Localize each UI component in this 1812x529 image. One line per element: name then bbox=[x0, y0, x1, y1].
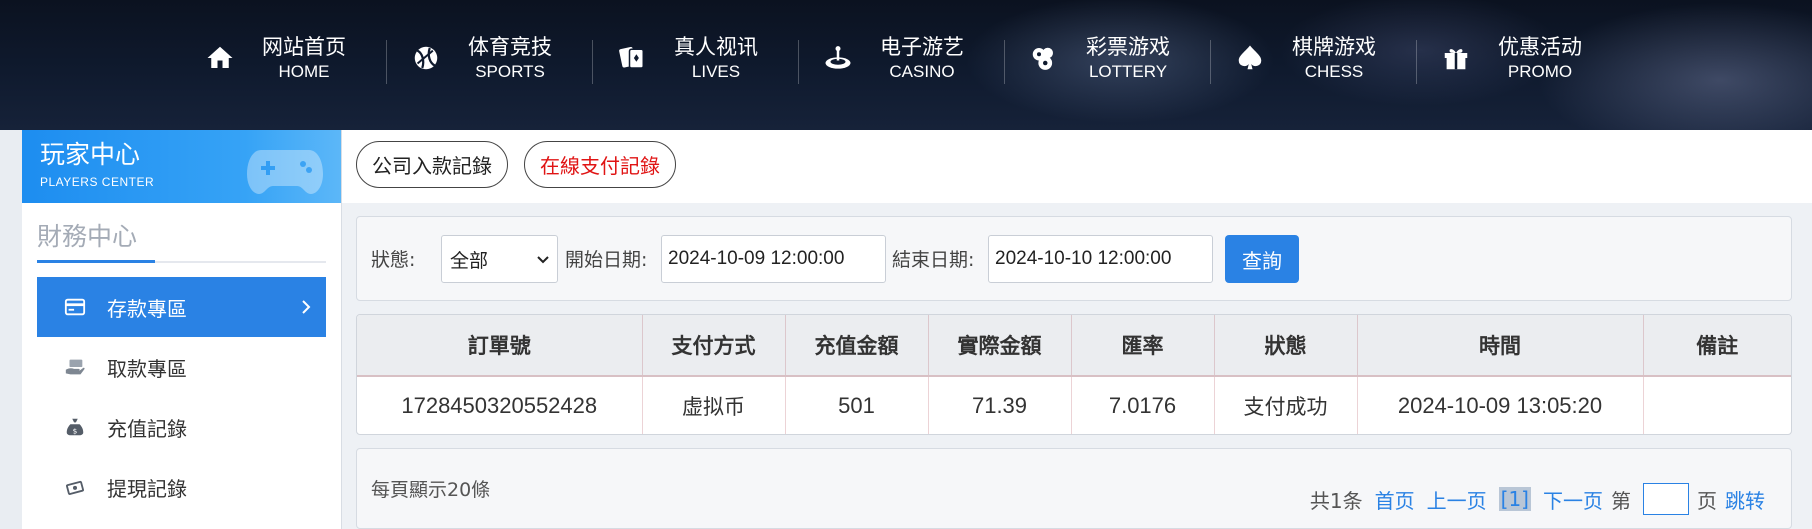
status-label: 狀態: bbox=[371, 249, 416, 271]
page-suffix: 页 bbox=[1697, 488, 1717, 513]
jump-link[interactable]: 跳转 bbox=[1725, 485, 1765, 514]
start-date-label: 開始日期: bbox=[565, 249, 648, 271]
nav-label-en: CHESS bbox=[1304, 61, 1364, 81]
column-header: 實際金額 bbox=[928, 315, 1072, 377]
nav-item-sports[interactable]: 体育竞技 SPORTS bbox=[386, 28, 602, 88]
gamepad-icon bbox=[247, 150, 323, 194]
column-header: 支付方式 bbox=[642, 315, 786, 377]
order-number-cell: 1728450320552428 bbox=[357, 376, 643, 434]
lottery-balls-icon bbox=[1024, 38, 1064, 78]
tab-online-payment-records[interactable]: 在線支付記錄 bbox=[524, 141, 676, 188]
page-number-input[interactable] bbox=[1643, 483, 1689, 515]
top-navigation: 网站首页 HOME 体育竞技 SPORTS 真人视讯 LIVES 电子游艺 CA… bbox=[0, 0, 1812, 130]
nav-item-promo[interactable]: 优惠活动 PROMO bbox=[1416, 28, 1632, 88]
nav-label-en: LOTTERY bbox=[1088, 61, 1168, 81]
nav-item-casino[interactable]: 电子游艺 CASINO bbox=[798, 28, 1014, 88]
payment-method-cell: 虚拟币 bbox=[642, 376, 786, 434]
nav-item-lottery[interactable]: 彩票游戏 LOTTERY bbox=[1004, 28, 1220, 88]
nav-menu: 网站首页 HOME 体育竞技 SPORTS 真人视讯 LIVES 电子游艺 CA… bbox=[190, 24, 1632, 92]
spade-icon bbox=[1230, 38, 1270, 78]
nav-label-cn: 彩票游戏 bbox=[1086, 34, 1170, 59]
nav-item-chess[interactable]: 棋牌游戏 CHESS bbox=[1210, 28, 1426, 88]
record-tabs: 公司入款記錄 在線支付記錄 bbox=[342, 130, 1812, 203]
exchange-rate-cell: 7.0176 bbox=[1071, 376, 1215, 434]
status-select-value: 全部 bbox=[450, 249, 489, 272]
nav-label-cn: 体育竞技 bbox=[468, 34, 552, 59]
players-center-banner: 玩家中心 PLAYERS CENTER bbox=[22, 130, 341, 203]
nav-label-en: CASINO bbox=[889, 61, 955, 81]
recharge-amount-cell: 501 bbox=[785, 376, 929, 434]
next-page-link[interactable]: 下一页 bbox=[1543, 485, 1603, 514]
chevron-right-icon bbox=[302, 300, 311, 314]
column-header: 備註 bbox=[1643, 315, 1791, 377]
roulette-icon bbox=[818, 38, 858, 78]
cards-icon bbox=[612, 38, 652, 78]
ball-icon bbox=[406, 38, 446, 78]
sidebar-item-label: 存款專區 bbox=[107, 296, 187, 321]
current-page: [1] bbox=[1498, 487, 1531, 511]
query-button[interactable]: 查詢 bbox=[1225, 235, 1299, 283]
pagination-links: 共1条 首页 上一页 [1] 下一页 第 页 跳转 bbox=[1298, 483, 1765, 515]
nav-label-en: SPORTS bbox=[475, 61, 545, 81]
nav-label-cn: 网站首页 bbox=[262, 34, 346, 59]
records-table: 訂單號 支付方式 充值金額 實際金額 匯率 狀態 時間 備註 172845032… bbox=[356, 314, 1792, 435]
sidebar-item-withdraw-records[interactable]: 提現記錄 bbox=[37, 457, 326, 517]
chevron-down-icon bbox=[537, 256, 549, 264]
nav-label-cn: 真人视讯 bbox=[674, 34, 758, 59]
nav-label-cn: 棋牌游戏 bbox=[1292, 34, 1376, 59]
nav-label-en: LIVES bbox=[691, 61, 741, 81]
nav-label-cn: 电子游艺 bbox=[880, 34, 964, 59]
column-header: 時間 bbox=[1357, 315, 1644, 377]
svg-text:$: $ bbox=[73, 426, 78, 435]
table-row: 1728450320552428 虚拟币 501 71.39 7.0176 支付… bbox=[357, 376, 1791, 434]
column-header: 匯率 bbox=[1071, 315, 1215, 377]
start-date-input[interactable]: 2024-10-09 12:00:00 bbox=[661, 235, 886, 283]
sidebar-item-label: 提現記錄 bbox=[107, 476, 187, 501]
status-select[interactable]: 全部 bbox=[441, 235, 558, 283]
first-page-link[interactable]: 首页 bbox=[1375, 485, 1415, 514]
tab-company-deposit-records[interactable]: 公司入款記錄 bbox=[356, 141, 508, 188]
main-content: 公司入款記錄 在線支付記錄 狀態: 全部 開始日期: 2024-10-09 12… bbox=[342, 130, 1812, 529]
time-cell: 2024-10-09 13:05:20 bbox=[1357, 376, 1644, 434]
sidebar-item-label: 充值記錄 bbox=[107, 416, 187, 441]
nav-item-home[interactable]: 网站首页 HOME bbox=[190, 28, 396, 88]
sidebar-item-recharge-records[interactable]: $ 充值記錄 bbox=[37, 397, 326, 457]
players-center-subtitle: PLAYERS CENTER bbox=[40, 175, 155, 189]
sidebar-item-withdraw[interactable]: 取款專區 bbox=[37, 337, 326, 397]
sidebar-item-label: 取款專區 bbox=[107, 356, 187, 381]
money-bag-icon: $ bbox=[61, 413, 89, 441]
nav-label-cn: 优惠活动 bbox=[1498, 34, 1582, 59]
nav-item-lives[interactable]: 真人视讯 LIVES bbox=[592, 28, 808, 88]
nav-label-en: HOME bbox=[278, 61, 330, 81]
table-header-row: 訂單號 支付方式 充值金額 實際金額 匯率 狀態 時間 備註 bbox=[357, 315, 1791, 377]
filter-panel: 狀態: 全部 開始日期: 2024-10-09 12:00:00 結束日期: 2… bbox=[356, 216, 1792, 301]
sidebar: 玩家中心 PLAYERS CENTER 財務中心 存款專區 取款專區 $ 充值記… bbox=[22, 130, 342, 529]
page-prefix: 第 bbox=[1611, 488, 1631, 513]
home-icon bbox=[200, 38, 240, 78]
withdraw-hand-icon bbox=[61, 353, 89, 381]
sidebar-item-deposit[interactable]: 存款專區 bbox=[37, 277, 326, 337]
finance-menu: 存款專區 取款專區 $ 充值記錄 提現記錄 bbox=[37, 277, 326, 517]
column-header: 充值金額 bbox=[785, 315, 929, 377]
total-count: 共1条 bbox=[1309, 488, 1363, 513]
finance-center-title: 財務中心 bbox=[37, 222, 138, 251]
per-page-info: 每頁顯示20條 bbox=[371, 479, 491, 501]
status-cell: 支付成功 bbox=[1214, 376, 1358, 434]
prev-page-link[interactable]: 上一页 bbox=[1427, 485, 1487, 514]
gift-icon bbox=[1436, 38, 1476, 78]
actual-amount-cell: 71.39 bbox=[928, 376, 1072, 434]
end-date-label: 結束日期: bbox=[892, 249, 975, 271]
column-header: 狀態 bbox=[1214, 315, 1358, 377]
pagination-bar: 每頁顯示20條 共1条 首页 上一页 [1] 下一页 第 页 跳转 bbox=[356, 448, 1792, 529]
deposit-card-icon bbox=[61, 293, 89, 321]
nav-label-en: PROMO bbox=[1507, 61, 1573, 81]
finance-center-heading: 財務中心 bbox=[37, 203, 326, 263]
end-date-input[interactable]: 2024-10-10 12:00:00 bbox=[988, 235, 1213, 283]
cash-out-icon bbox=[61, 473, 89, 501]
column-header: 訂單號 bbox=[357, 315, 643, 377]
remark-cell bbox=[1643, 376, 1791, 434]
players-center-title: 玩家中心 bbox=[40, 140, 141, 169]
